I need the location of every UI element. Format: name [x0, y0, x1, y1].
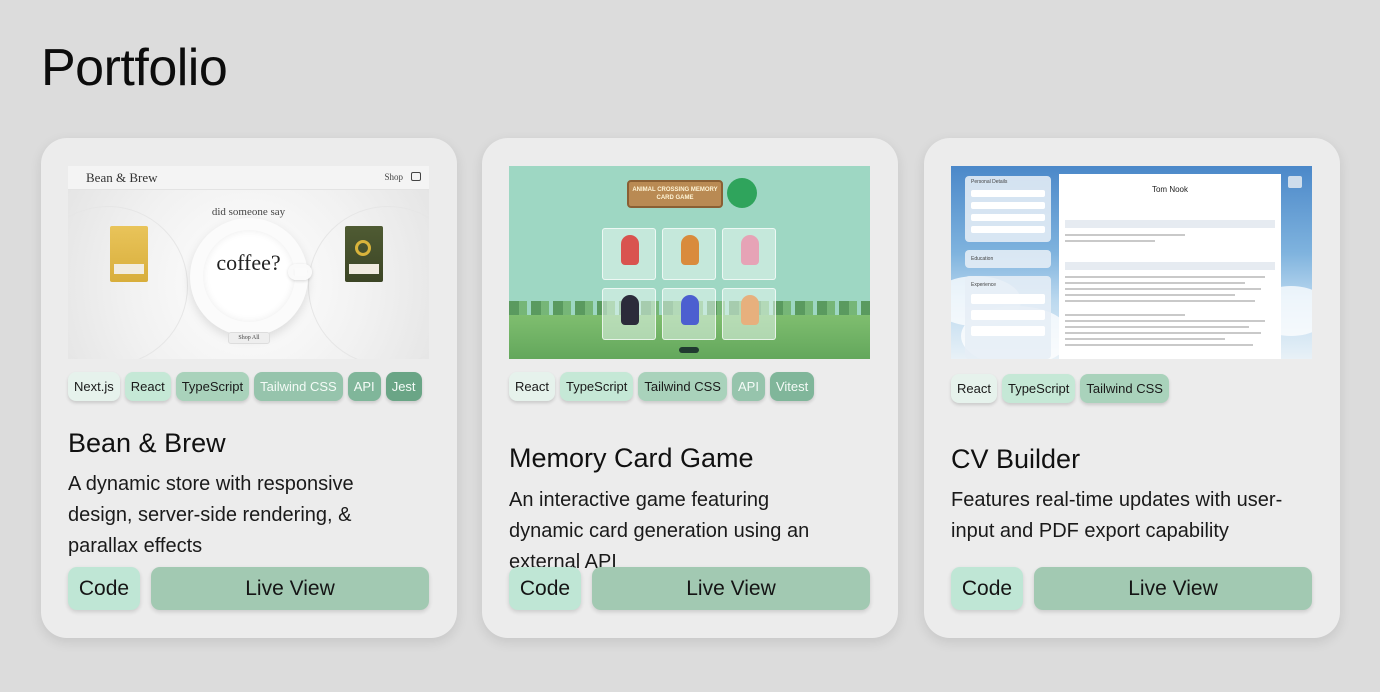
leaf-icon [727, 178, 757, 208]
project-card-cv-builder: Personal Details Education Experience To… [924, 138, 1340, 638]
project-title: Bean & Brew [68, 428, 226, 458]
screenshot-cv-preview: Tom Nook [1059, 174, 1281, 359]
tech-tag: Jest [385, 372, 422, 401]
tech-tags: React TypeScript Tailwind CSS API Vitest [509, 372, 815, 401]
tech-tag: TypeScript [1001, 374, 1076, 403]
screenshot-personal-panel: Personal Details [965, 176, 1051, 242]
cart-icon [411, 172, 421, 181]
screenshot-experience-heading: Experience [971, 282, 997, 288]
project-screenshot: ANIMAL CROSSING MEMORY CARD GAME [509, 166, 870, 359]
screenshot-logo: Bean & Brew [86, 170, 158, 185]
tech-tags: React TypeScript Tailwind CSS [951, 374, 1169, 403]
screenshot-shop-link: Shop [384, 172, 403, 182]
live-view-button[interactable]: Live View [592, 567, 870, 610]
live-view-button[interactable]: Live View [1034, 567, 1312, 610]
tech-tag: React [509, 372, 555, 401]
screenshot-tagline: did someone say [211, 206, 286, 218]
code-button[interactable]: Code [951, 567, 1023, 610]
page-title: Portfolio [41, 39, 228, 97]
screenshot-education-panel: Education [965, 250, 1051, 268]
screenshot-personal-heading: Personal Details [971, 179, 1008, 185]
project-screenshot: Bean & Brew Shop did someone say coffee?… [68, 166, 429, 359]
project-card-bean-and-brew: Bean & Brew Shop did someone say coffee?… [41, 138, 457, 638]
project-title: Memory Card Game [509, 443, 754, 473]
tech-tag: TypeScript [175, 372, 250, 401]
screenshot-experience-panel: Experience [965, 276, 1051, 359]
tech-tag: Tailwind CSS [638, 372, 727, 401]
tech-tag: TypeScript [559, 372, 634, 401]
project-title: CV Builder [951, 444, 1081, 474]
code-button[interactable]: Code [68, 567, 140, 610]
tech-tag: Tailwind CSS [254, 372, 343, 401]
tech-tag: React [951, 374, 997, 403]
tech-tag: React [124, 372, 171, 401]
screenshot-cv-name: Tom Nook [1151, 185, 1188, 194]
tech-tags: Next.js React TypeScript Tailwind CSS AP… [68, 372, 422, 401]
screenshot-game-title-board: ANIMAL CROSSING MEMORY CARD GAME [627, 180, 723, 208]
coffee-bag-image [345, 226, 383, 282]
screenshot-game-title: ANIMAL CROSSING MEMORY CARD GAME [632, 187, 718, 201]
code-button[interactable]: Code [509, 567, 581, 610]
live-view-button[interactable]: Live View [151, 567, 429, 610]
download-icon [1288, 176, 1302, 188]
project-description: An interactive game featuring dynamic ca… [509, 489, 810, 573]
project-screenshot: Personal Details Education Experience To… [951, 166, 1312, 359]
tech-tag: Next.js [68, 372, 120, 401]
tech-tag: Vitest [769, 372, 815, 401]
tech-tag: Tailwind CSS [1080, 374, 1169, 403]
tech-tag: API [347, 372, 381, 401]
coffee-bag-image [110, 226, 148, 282]
tech-tag: API [731, 372, 765, 401]
screenshot-shop-all: Shop All [228, 332, 270, 344]
project-description: Features real-time updates with user-inp… [951, 489, 1283, 542]
project-card-memory-card-game: ANIMAL CROSSING MEMORY CARD GAME React T… [482, 138, 898, 638]
project-description: A dynamic store with responsive design, … [68, 473, 354, 557]
screenshot-education-heading: Education [971, 256, 994, 262]
